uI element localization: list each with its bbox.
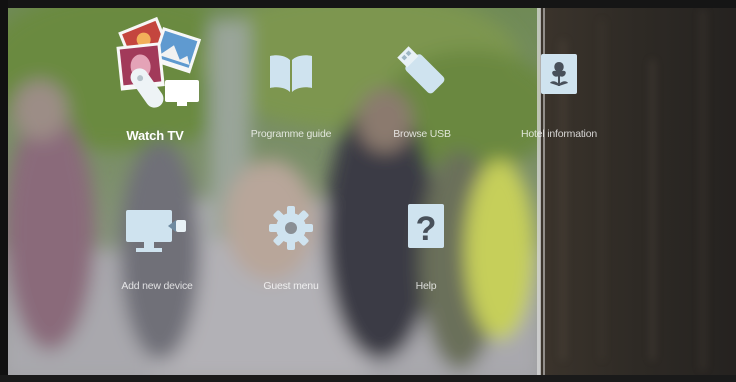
svg-text:?: ? — [416, 210, 437, 248]
menu-item-label: Programme guide — [250, 128, 332, 140]
screen-bezel-left — [0, 0, 8, 382]
menu-item-label: Browse USB — [393, 128, 451, 140]
menu-item-label: Watch TV — [126, 128, 184, 143]
menu-item-browse-usb[interactable]: Browse USB — [357, 40, 487, 150]
menu-item-watch-tv[interactable]: Watch TV — [90, 10, 220, 150]
question-icon: ? — [406, 202, 446, 250]
menu-item-label: Hotel information — [521, 128, 597, 140]
screen-bezel-top — [0, 0, 736, 8]
menu-item-label: Help — [415, 280, 437, 292]
book-icon — [266, 50, 316, 95]
menu-item-label: Add new device — [121, 280, 193, 292]
menu-item-label: Guest menu — [263, 280, 319, 292]
usb-icon — [392, 40, 452, 102]
menu-item-add-new-device[interactable]: Add new device — [92, 200, 222, 300]
menu-item-guest-menu[interactable]: Guest menu — [226, 200, 356, 300]
flower-icon — [539, 52, 579, 96]
screen-bezel-bottom — [0, 375, 736, 382]
gear-icon — [267, 204, 315, 252]
menu-item-hotel-information[interactable]: Hotel information — [494, 40, 624, 150]
monitor-plug-icon — [122, 206, 192, 256]
menu-item-programme-guide[interactable]: Programme guide — [226, 40, 356, 150]
menu-item-help[interactable]: ? Help — [361, 200, 491, 300]
watch-tv-icon — [105, 10, 205, 115]
